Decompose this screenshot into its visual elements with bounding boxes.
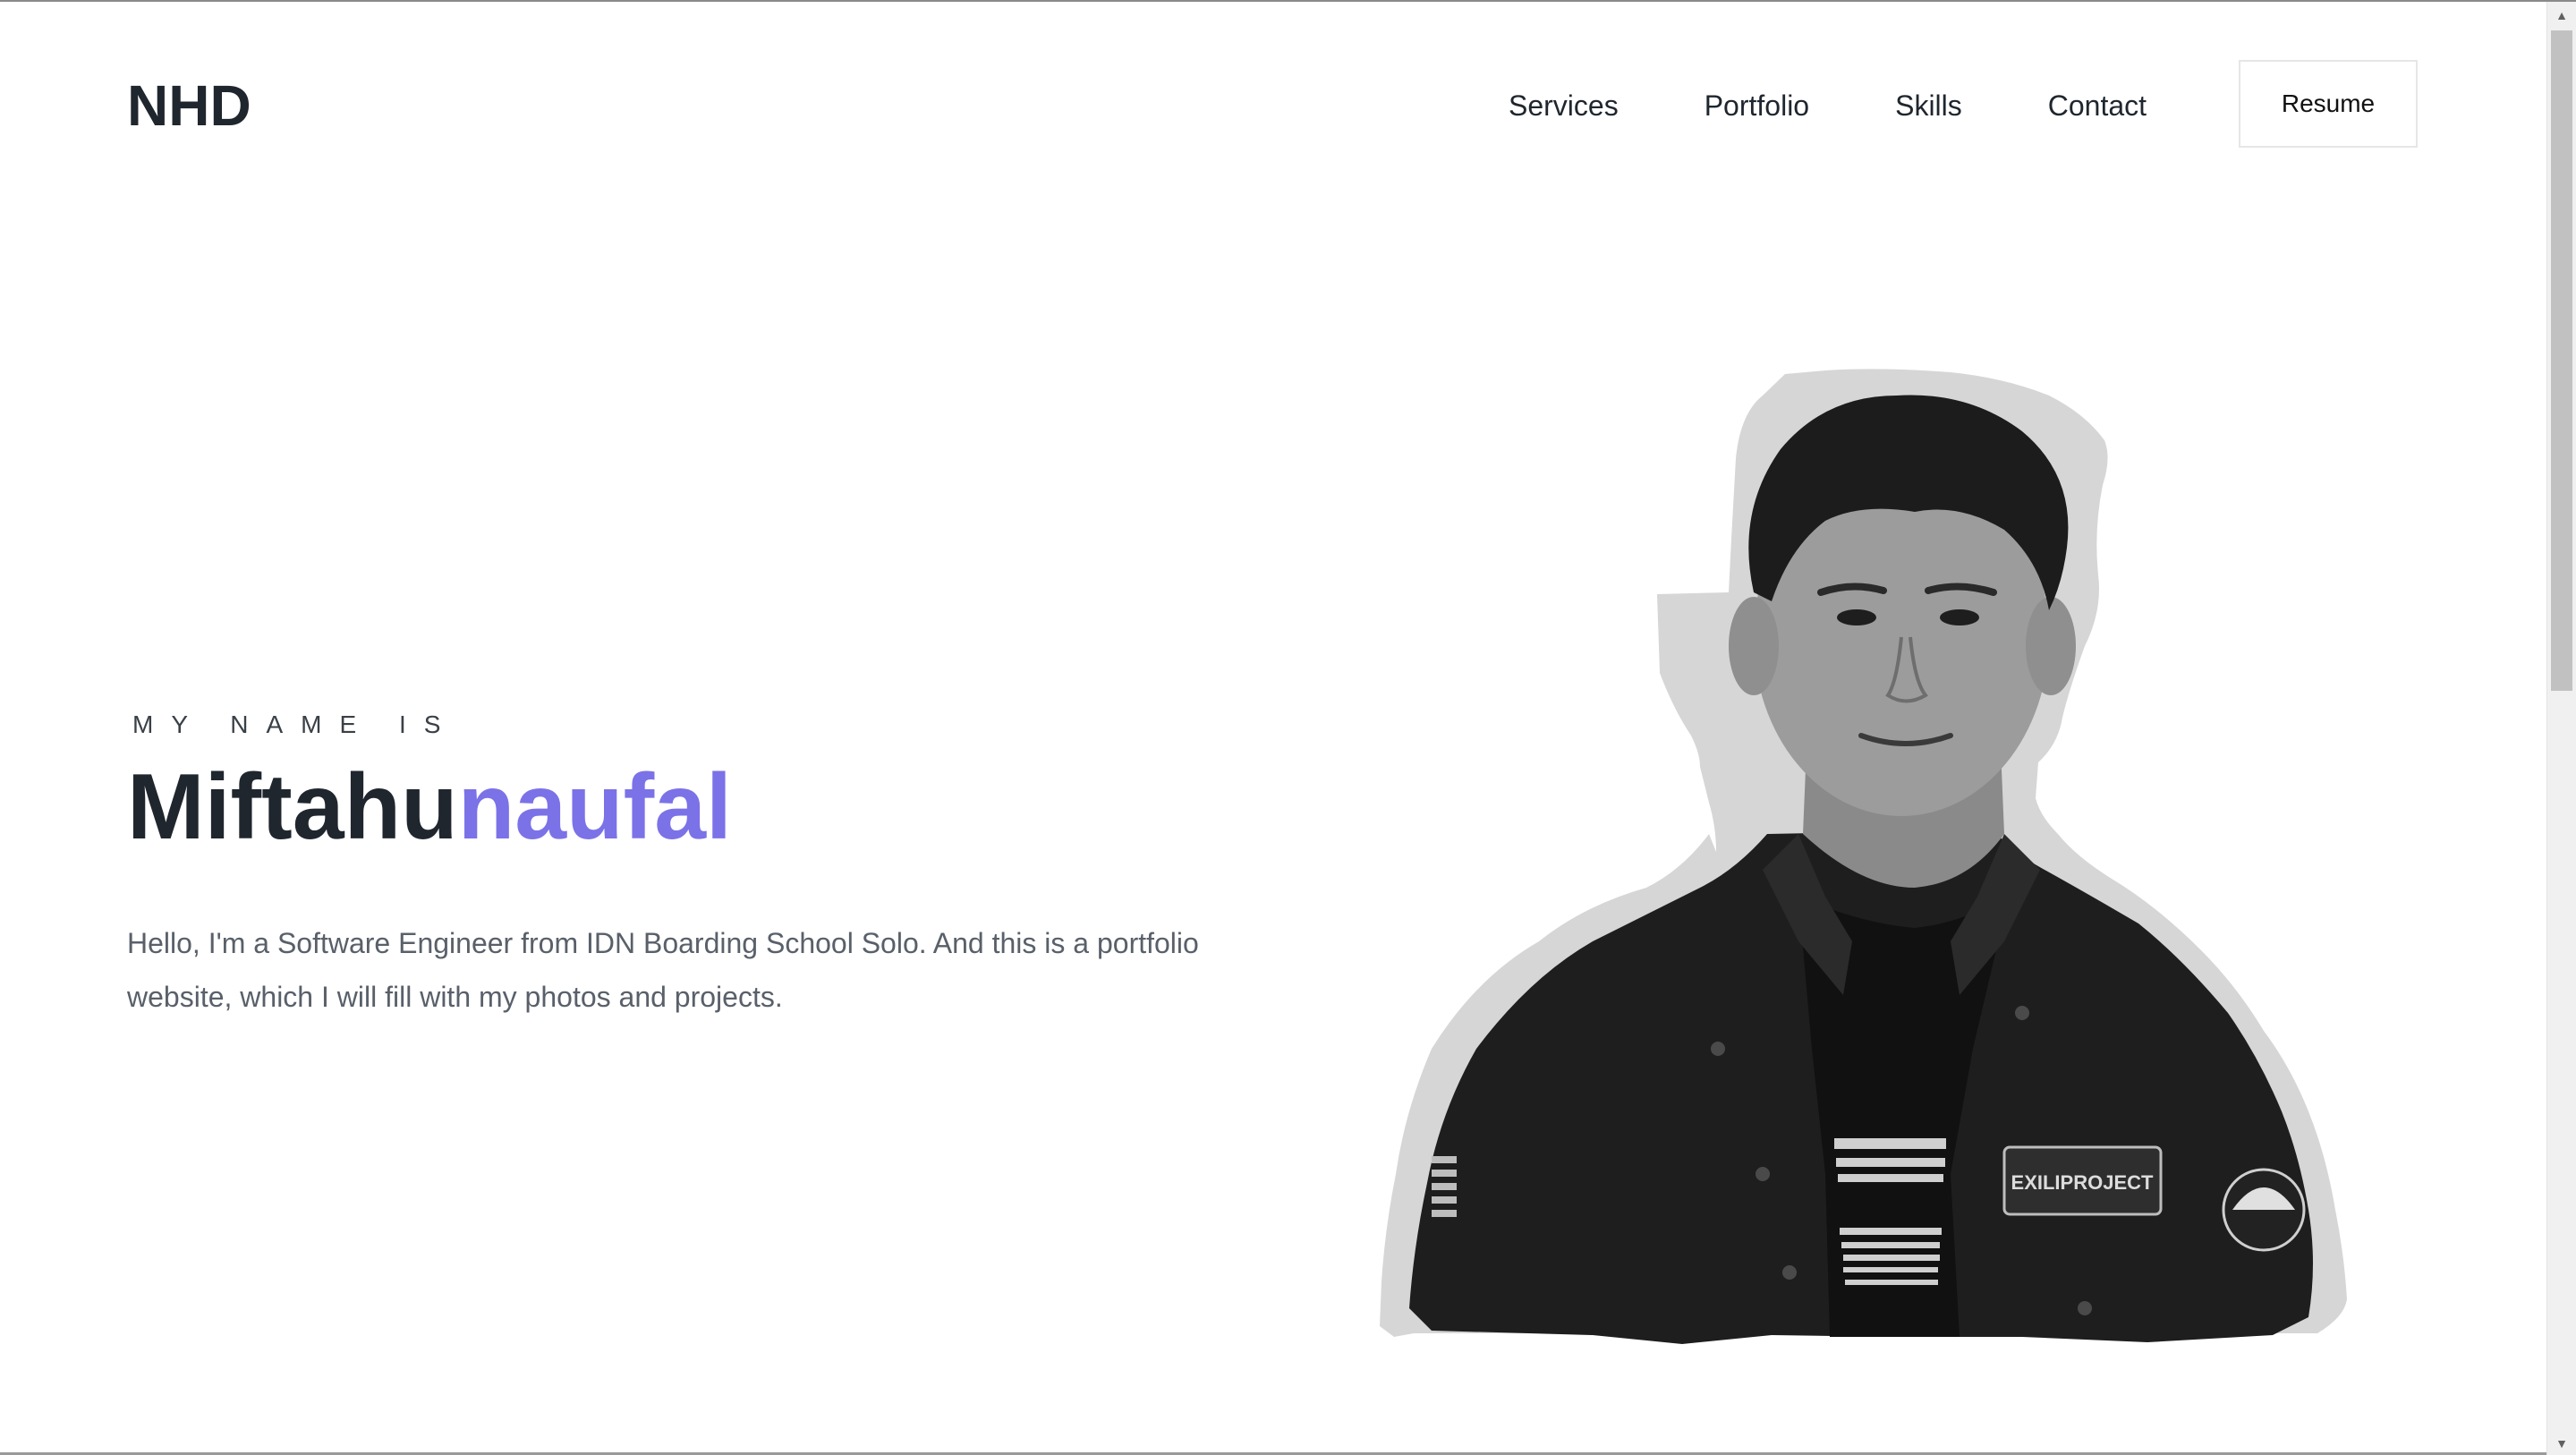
page: NHD Services Portfolio Skills Contact Re… [0, 0, 2576, 1455]
hero-first-name: Miftahu [127, 755, 458, 859]
hero-name: Miftahunaufal [127, 752, 732, 863]
nav-link-contact[interactable]: Contact [2048, 88, 2147, 123]
triangle-down-icon[interactable]: ▼ [2547, 1430, 2576, 1455]
hero-description: Hello, I'm a Software Engineer from IDN … [127, 927, 1199, 1013]
nav-link-skills[interactable]: Skills [1895, 88, 1962, 123]
profile-portrait: EXILIPROJECT [1380, 369, 2347, 1344]
vertical-scrollbar[interactable]: ▲ ▼ [2546, 2, 2576, 1455]
nav-link-portfolio[interactable]: Portfolio [1705, 88, 1809, 123]
scrollbar-thumb[interactable] [2551, 30, 2572, 691]
hero-last-name: naufal [457, 755, 732, 859]
nav-link-services[interactable]: Services [1509, 88, 1619, 123]
triangle-up-icon[interactable]: ▲ [2547, 2, 2576, 29]
main-nav: Services Portfolio Skills Contact [1509, 88, 2147, 123]
resume-button[interactable]: Resume [2239, 60, 2418, 148]
portrait-patch-text: EXILIPROJECT [2011, 1171, 2154, 1194]
hero-eyebrow: MY NAME IS [132, 710, 459, 738]
site-logo[interactable]: NHD [127, 72, 251, 140]
